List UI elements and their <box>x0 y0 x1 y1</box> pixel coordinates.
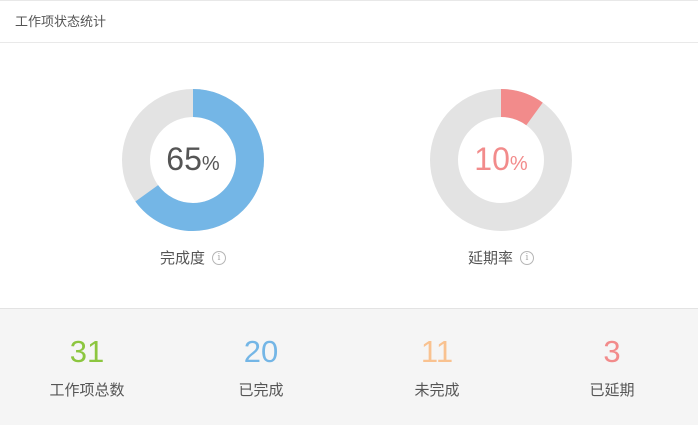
completion-unit: % <box>201 153 220 175</box>
work-item-stats-panel: 工作项状态统计 65% 完成度 i 10% 延期率 i 31 工作项总数 20 … <box>0 0 698 425</box>
info-icon[interactable]: i <box>212 250 226 265</box>
completion-label-row: 完成度 i <box>118 247 268 268</box>
delay-label: 延期率 <box>467 250 513 267</box>
info-icon[interactable]: i <box>520 250 534 265</box>
completion-label: 完成度 <box>159 250 205 267</box>
completion-number: 65 <box>166 141 202 177</box>
completion-donut-block: 65% 完成度 i <box>118 87 268 277</box>
delay-label-row: 延期率 i <box>426 247 576 268</box>
stats-summary-bar: 31 工作项总数 20 已完成 11 未完成 3 已延期 <box>0 308 698 425</box>
stat-completed: 20 已完成 <box>201 335 321 400</box>
stat-label: 已完成 <box>238 382 284 399</box>
completion-value: 65% <box>118 139 268 184</box>
stat-delayed: 3 已延期 <box>552 335 672 400</box>
completion-donut: 65% <box>118 87 268 233</box>
delay-donut: 10% <box>426 87 576 233</box>
delay-unit: % <box>509 153 528 175</box>
stat-value: 31 <box>69 334 105 369</box>
delay-number: 10 <box>474 141 510 177</box>
stat-value: 11 <box>420 334 454 369</box>
stat-value: 20 <box>243 334 279 369</box>
panel-title: 工作项状态统计 <box>0 1 698 43</box>
stat-label: 未完成 <box>414 382 460 399</box>
stat-label: 工作项总数 <box>49 382 125 399</box>
stat-uncompleted: 11 未完成 <box>377 335 497 400</box>
delay-donut-block: 10% 延期率 i <box>426 87 576 277</box>
delay-value: 10% <box>426 139 576 184</box>
stat-label: 已延期 <box>589 382 635 399</box>
stat-total: 31 工作项总数 <box>27 335 147 400</box>
stat-value: 3 <box>603 334 621 369</box>
